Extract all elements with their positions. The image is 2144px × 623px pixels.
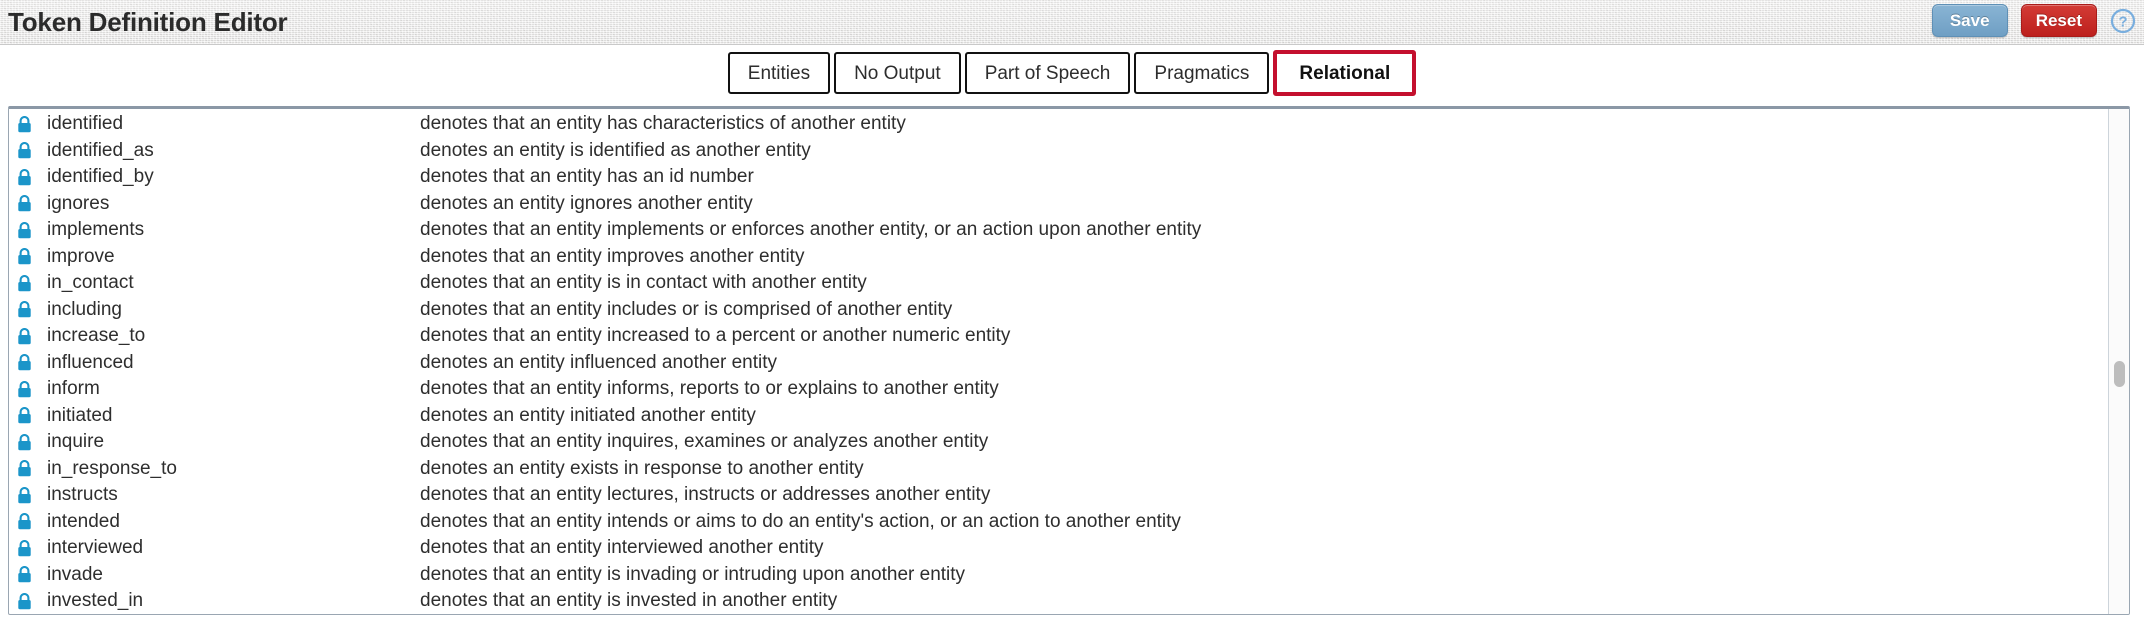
token-description: denotes that an entity improves another … [420, 245, 805, 267]
table-row[interactable]: instructs denotes that an entity lecture… [9, 482, 2108, 509]
token-description: denotes that an entity increased to a pe… [420, 325, 1011, 347]
page-title: Token Definition Editor [8, 7, 288, 37]
table-row[interactable]: improve denotes that an entity improves … [9, 244, 2108, 271]
lock-icon[interactable] [17, 168, 32, 186]
tab-entities[interactable]: Entities [727, 52, 831, 94]
tab-pragmatics[interactable]: Pragmatics [1134, 52, 1270, 94]
token-name: initiated [47, 404, 113, 426]
table-row[interactable]: including denotes that an entity include… [9, 297, 2108, 324]
lock-icon[interactable] [17, 195, 32, 212]
token-description: denotes an entity ignores another entity [420, 192, 753, 214]
token-description: denotes that an entity has characteristi… [420, 113, 906, 135]
lock-icon[interactable] [17, 539, 32, 557]
svg-text:?: ? [2119, 14, 2128, 30]
table-row[interactable]: initiated denotes an entity initiated an… [9, 403, 2108, 430]
token-name: intended [47, 510, 120, 532]
token-name: identified_as [47, 139, 154, 161]
save-button[interactable]: Save [1931, 4, 2008, 37]
tab-part-of-speech[interactable]: Part of Speech [964, 52, 1131, 94]
lock-icon[interactable] [17, 513, 32, 530]
table-row[interactable]: inquire denotes that an entity inquires,… [9, 429, 2108, 456]
token-name: increase_to [47, 325, 146, 347]
header-actions: Save Reset ? [1931, 4, 2136, 37]
table-row[interactable]: in_response_to denotes an entity exists … [9, 456, 2108, 483]
token-name: instructs [47, 484, 118, 506]
table-row[interactable]: invade denotes that an entity is invadin… [9, 562, 2108, 589]
table-row[interactable]: ignores denotes an entity ignores anothe… [9, 191, 2108, 218]
table-row[interactable]: identified_by denotes that an entity has… [9, 164, 2108, 191]
token-definition-list-panel: identified denotes that an entity has ch… [8, 106, 2130, 615]
list-scrollbar[interactable] [2108, 109, 2129, 614]
token-name: in_response_to [47, 457, 177, 479]
lock-icon[interactable] [17, 221, 32, 239]
lock-icon[interactable] [17, 301, 32, 318]
app-header: Token Definition Editor Save Reset ? [0, 0, 2144, 45]
lock-icon[interactable] [17, 566, 32, 583]
token-name: invested_in [47, 590, 144, 612]
lock-icon[interactable] [17, 592, 32, 610]
lock-icon[interactable] [17, 248, 32, 265]
table-row[interactable]: intended denotes that an entity intends … [9, 509, 2108, 536]
tab-bar: Entities No Output Part of Speech Pragma… [0, 45, 2144, 106]
token-description: denotes an entity influenced another ent… [420, 351, 778, 373]
lock-icon[interactable] [17, 460, 32, 477]
token-description: denotes an entity initiated another enti… [420, 404, 756, 426]
token-name: inform [47, 378, 100, 400]
token-description: denotes an entity exists in response to … [420, 457, 864, 479]
lock-icon[interactable] [17, 433, 32, 451]
lock-icon[interactable] [17, 354, 32, 371]
token-description: denotes that an entity is invading or in… [420, 563, 966, 585]
token-name: invade [47, 563, 103, 585]
token-description: denotes that an entity inquires, examine… [420, 431, 989, 453]
tab-relational[interactable]: Relational [1273, 50, 1417, 96]
token-name: interviewed [47, 537, 144, 559]
token-description: denotes that an entity has an id number [420, 166, 754, 188]
token-description: denotes that an entity is invested in an… [420, 590, 838, 612]
token-name: identified [47, 113, 124, 135]
token-description: denotes that an entity interviewed anoth… [420, 537, 824, 559]
token-description: denotes that an entity implements or enf… [420, 219, 1202, 241]
token-list: identified denotes that an entity has ch… [9, 109, 2108, 614]
question-circle-icon[interactable]: ? [2110, 8, 2136, 34]
token-description: denotes that an entity is in contact wit… [420, 272, 867, 294]
list-scrollbar-thumb[interactable] [2114, 361, 2125, 387]
table-row[interactable]: increase_to denotes that an entity incre… [9, 323, 2108, 350]
token-name: identified_by [47, 166, 154, 188]
lock-icon[interactable] [17, 380, 32, 398]
table-row[interactable]: invested_in denotes that an entity is in… [9, 588, 2108, 614]
token-description: denotes an entity is identified as anoth… [420, 139, 811, 161]
token-name: improve [47, 245, 115, 267]
token-name: in_contact [47, 272, 134, 294]
table-row[interactable]: in_contact denotes that an entity is in … [9, 270, 2108, 297]
table-row[interactable]: inform denotes that an entity informs, r… [9, 376, 2108, 403]
table-row[interactable]: identified denotes that an entity has ch… [9, 111, 2108, 138]
token-description: denotes that an entity includes or is co… [420, 298, 953, 320]
token-description: denotes that an entity intends or aims t… [420, 510, 1181, 532]
tab-no-output[interactable]: No Output [834, 52, 961, 94]
token-description: denotes that an entity lectures, instruc… [420, 484, 991, 506]
token-name: implements [47, 219, 145, 241]
token-name: influenced [47, 351, 134, 373]
token-name: ignores [47, 192, 110, 214]
lock-icon[interactable] [17, 327, 32, 345]
lock-icon[interactable] [17, 486, 32, 504]
lock-icon[interactable] [17, 274, 32, 292]
lock-icon[interactable] [17, 115, 32, 133]
table-row[interactable]: implements denotes that an entity implem… [9, 217, 2108, 244]
lock-icon[interactable] [17, 407, 32, 424]
table-row[interactable]: interviewed denotes that an entity inter… [9, 535, 2108, 562]
reset-button[interactable]: Reset [2020, 4, 2097, 37]
table-row[interactable]: influenced denotes an entity influenced … [9, 350, 2108, 377]
token-name: including [47, 298, 122, 320]
lock-icon[interactable] [17, 142, 32, 159]
help-button[interactable]: ? [2110, 8, 2136, 34]
token-description: denotes that an entity informs, reports … [420, 378, 999, 400]
table-row[interactable]: identified_as denotes an entity is ident… [9, 138, 2108, 165]
token-name: inquire [47, 431, 105, 453]
